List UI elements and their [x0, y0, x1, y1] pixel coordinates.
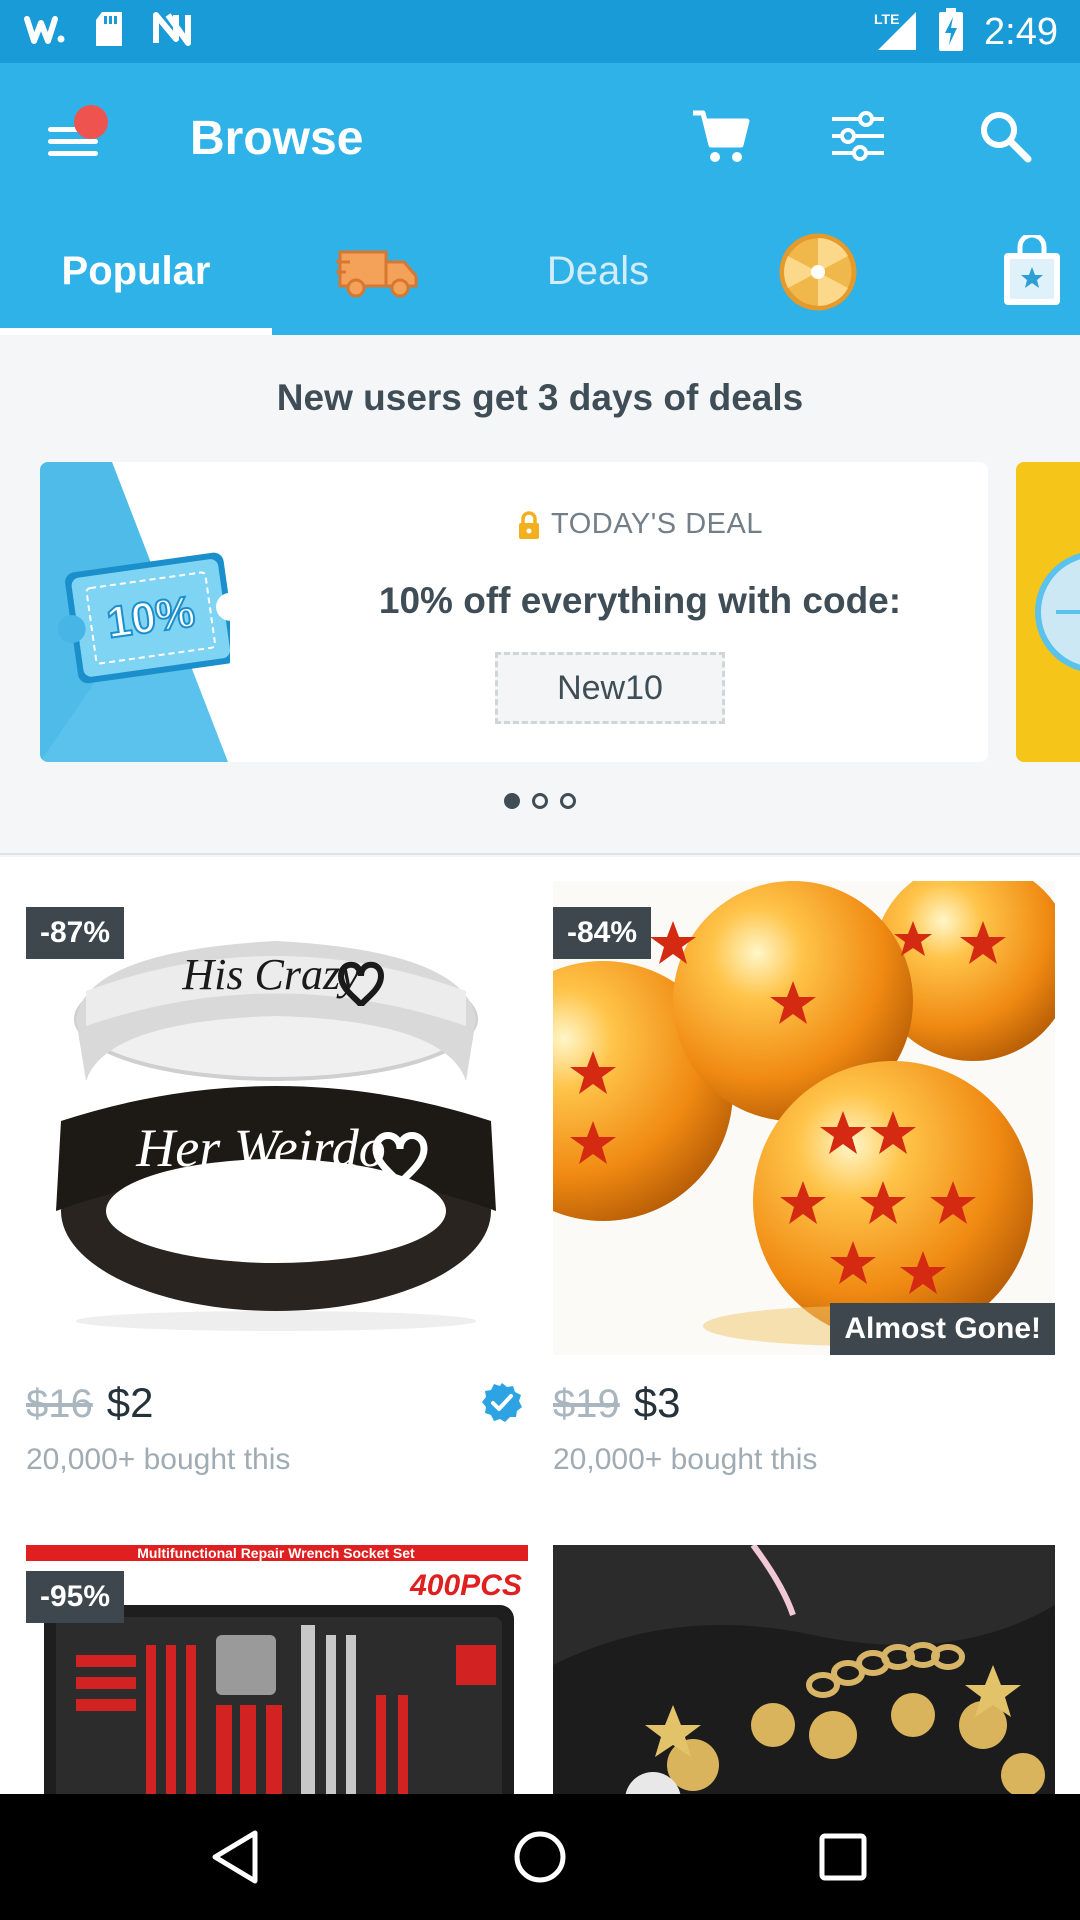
- product-image[interactable]: Multifunctional Repair Wrench Socket Set…: [26, 1545, 528, 1794]
- nfc-icon: [152, 11, 192, 52]
- battery-charging-icon: [938, 8, 964, 57]
- tab-delivery[interactable]: [272, 208, 484, 335]
- sale-price: $3: [633, 1379, 681, 1426]
- purchase-count: 20,000+ bought this: [553, 1443, 818, 1476]
- discount-badge: -84%: [553, 907, 652, 959]
- next-deal-card-peek[interactable]: [1016, 462, 1080, 762]
- wish-browse-screen: LTE 2:49 Browse Popular Deals New users …: [0, 0, 1080, 1920]
- tab-deals-label: Deals: [546, 249, 650, 293]
- verified-badge-icon: [482, 1383, 522, 1422]
- product-image[interactable]: His Crazy Her Weirdo -87%: [26, 881, 528, 1355]
- notification-dot: [74, 105, 108, 139]
- status-time: 2:49: [984, 11, 1058, 53]
- search-button[interactable]: [970, 101, 1040, 171]
- category-tabs: Popular Deals: [0, 208, 1080, 335]
- product-image[interactable]: -84% Almost Gone!: [553, 881, 1055, 1355]
- tab-popular[interactable]: Popular: [0, 208, 272, 335]
- almost-gone-badge: Almost Gone!: [830, 1303, 1055, 1355]
- ring-text-his-crazy: His Crazy: [181, 950, 360, 999]
- purchase-count: 20,000+ bought this: [26, 1443, 291, 1476]
- pager-dot-1[interactable]: [504, 793, 520, 809]
- original-price: $19: [553, 1382, 620, 1426]
- cart-button[interactable]: [685, 101, 755, 171]
- home-button[interactable]: [505, 1822, 575, 1892]
- app-bar: Browse: [0, 63, 1080, 208]
- back-button[interactable]: [200, 1822, 270, 1892]
- network-label: LTE: [874, 11, 899, 27]
- deal-title: 10% off everything with code:: [378, 580, 902, 621]
- sale-price: $2: [106, 1379, 154, 1426]
- delivery-truck-icon: [336, 250, 418, 297]
- menu-button[interactable]: [38, 105, 108, 165]
- ring-text-her-weirdo: Her Weirdo: [135, 1118, 386, 1178]
- product-card[interactable]: [553, 1545, 1055, 1794]
- product-card[interactable]: -84% Almost Gone! $19 $3 20,000+ bought …: [553, 881, 1055, 1501]
- wish-icon: [24, 11, 66, 52]
- deal-caption: TODAY'S DEAL: [290, 508, 988, 541]
- cart-icon: [693, 110, 750, 162]
- price-row: $16 $2: [26, 1379, 153, 1427]
- carousel-pager: [0, 793, 1080, 809]
- tool-banner-text: Multifunctional Repair Wrench Socket Set: [137, 1545, 415, 1561]
- deal-caption-text: TODAY'S DEAL: [551, 508, 763, 540]
- product-card[interactable]: His Crazy Her Weirdo -87% $16 $2 20,000+…: [26, 881, 528, 1501]
- promo-section: New users get 3 days of deals 10% TODAY'…: [0, 335, 1080, 855]
- promo-code-box[interactable]: New10: [495, 652, 725, 724]
- spin-wheel-icon: [779, 233, 857, 310]
- page-title: Browse: [190, 112, 364, 165]
- product-card[interactable]: Multifunctional Repair Wrench Socket Set…: [26, 1545, 528, 1794]
- tab-deals[interactable]: Deals: [484, 208, 712, 335]
- next-deal-art: [1035, 553, 1080, 671]
- price-row: $19 $3: [553, 1379, 680, 1427]
- tab-shopping-bag[interactable]: [924, 208, 1080, 335]
- discount-badge: -87%: [26, 907, 125, 959]
- tab-active-indicator: [0, 328, 272, 335]
- search-icon: [981, 112, 1032, 163]
- bracelet-image: [553, 1545, 1055, 1794]
- lock-icon: [519, 510, 540, 539]
- filter-icon: [832, 111, 884, 161]
- home-icon: [514, 1831, 566, 1883]
- product-image[interactable]: [553, 1545, 1055, 1794]
- original-price: $16: [26, 1382, 93, 1426]
- coupon-ticket-icon: 10%: [40, 462, 230, 762]
- filter-button[interactable]: [823, 101, 893, 171]
- pager-dot-2[interactable]: [532, 793, 548, 809]
- status-bar: LTE 2:49: [0, 0, 1080, 63]
- back-icon: [212, 1830, 258, 1884]
- tool-count-text: 400PCS: [409, 1569, 522, 1602]
- discount-badge: -95%: [26, 1571, 125, 1623]
- promo-heading: New users get 3 days of deals: [276, 377, 804, 418]
- pager-dot-3[interactable]: [560, 793, 576, 809]
- shopping-bag-icon: [1004, 234, 1060, 305]
- deal-card[interactable]: 10% TODAY'S DEAL 10% off everything with…: [40, 462, 988, 762]
- signal-icon: LTE: [872, 8, 918, 57]
- product-grid: His Crazy Her Weirdo -87% $16 $2 20,000+…: [0, 857, 1080, 1794]
- system-nav-bar: [0, 1794, 1080, 1920]
- sd-card-icon: [94, 10, 124, 53]
- recents-icon: [819, 1833, 867, 1881]
- recents-button[interactable]: [808, 1822, 878, 1892]
- tab-spin-wheel[interactable]: [712, 208, 924, 335]
- tab-popular-label: Popular: [61, 249, 211, 293]
